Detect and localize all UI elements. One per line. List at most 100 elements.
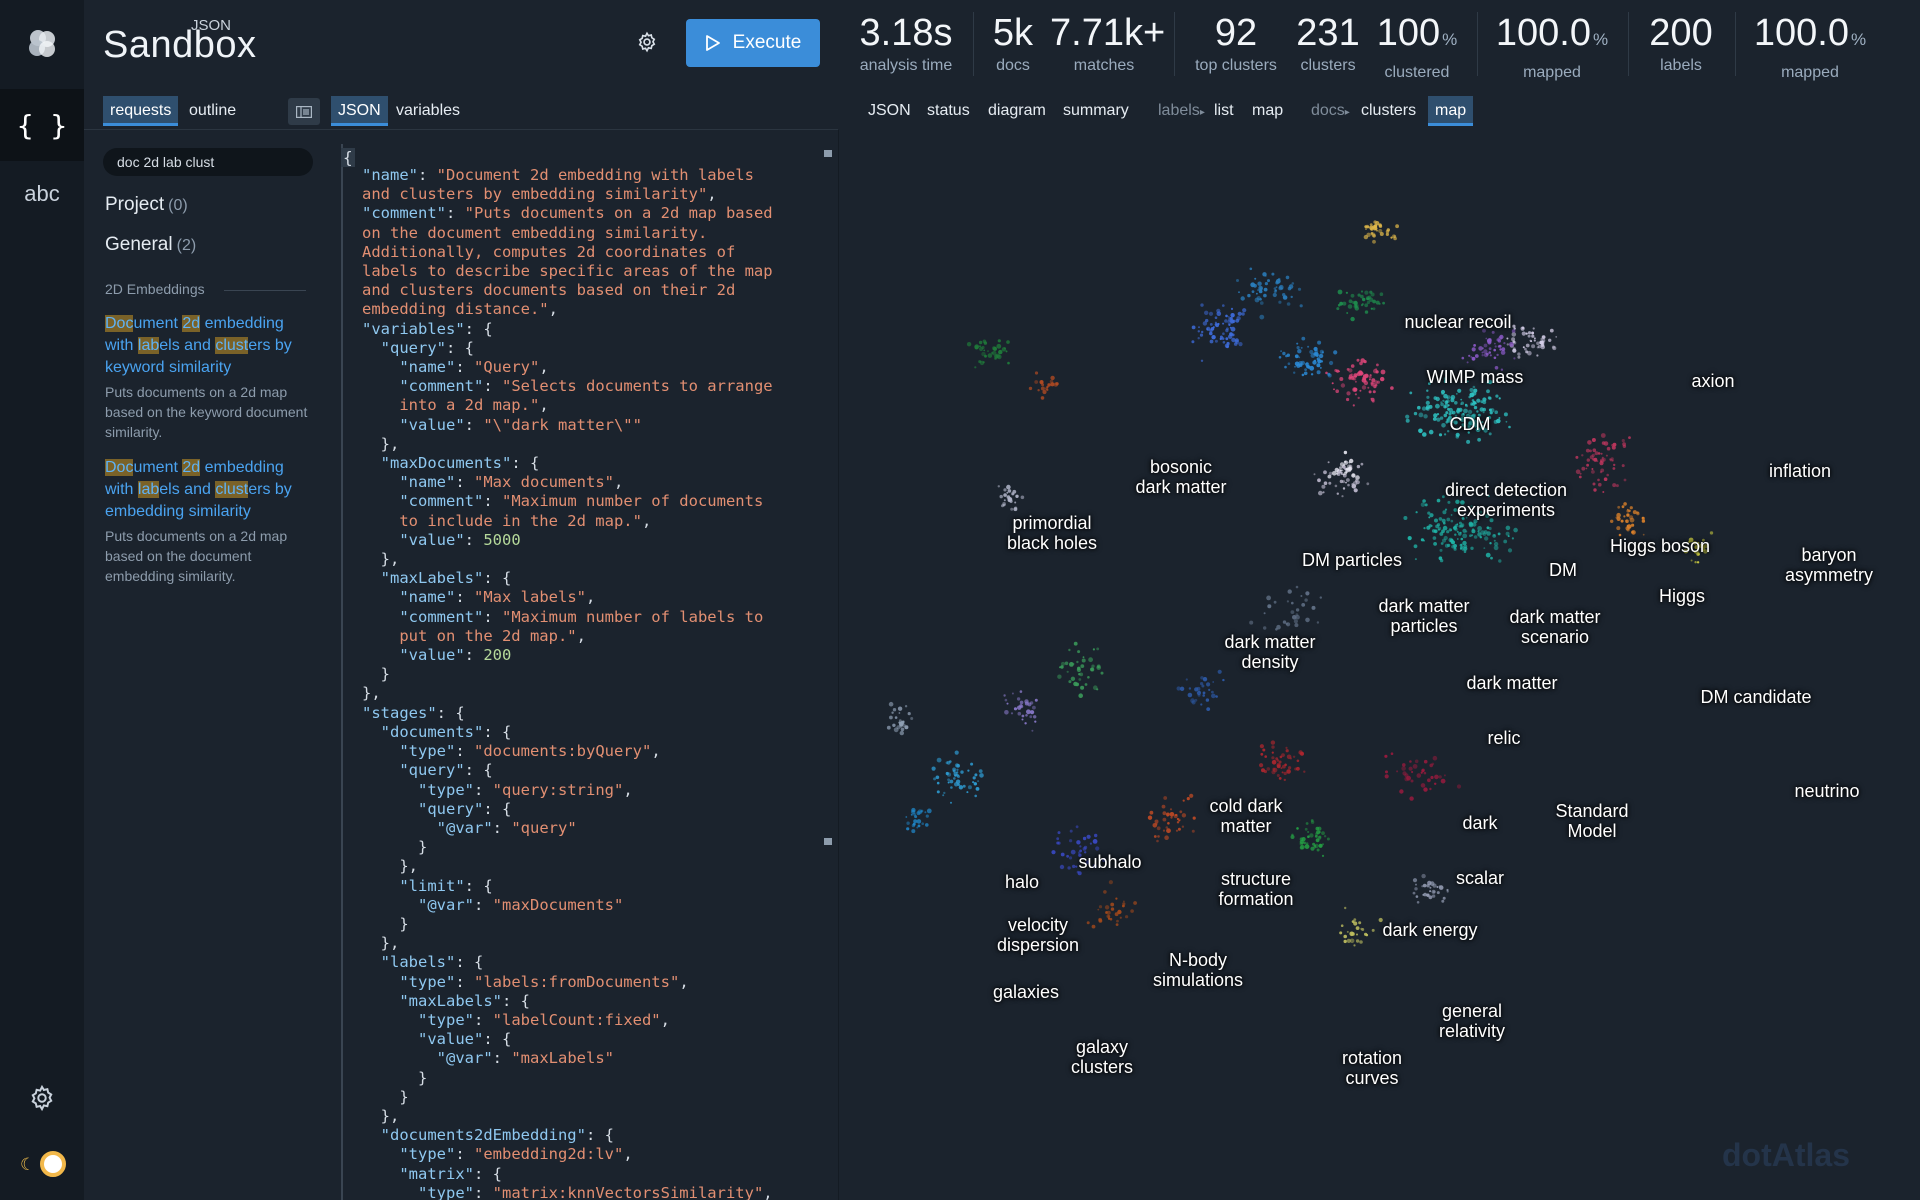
document-point — [1482, 397, 1487, 402]
map-label[interactable]: neutrino — [1794, 781, 1859, 801]
document-point — [1346, 478, 1350, 482]
document-point — [1351, 473, 1356, 478]
map-label[interactable]: relic — [1487, 728, 1520, 748]
map-label[interactable]: halo — [1005, 872, 1039, 892]
document-point — [1409, 760, 1412, 763]
document-map[interactable] — [840, 130, 1920, 1200]
map-label[interactable]: dark matter density — [1224, 632, 1315, 672]
document-point — [1097, 908, 1100, 911]
title-fragment: ument — [133, 315, 183, 332]
document-point — [1385, 229, 1390, 234]
map-label[interactable]: dark — [1462, 813, 1497, 833]
map-label[interactable]: DM particles — [1302, 550, 1402, 570]
scroll-marker[interactable] — [824, 150, 832, 157]
map-label[interactable]: dark energy — [1382, 920, 1477, 940]
map-label[interactable]: axion — [1691, 371, 1734, 391]
request-item-title[interactable]: Document 2d embedding with labels and cl… — [105, 457, 311, 523]
map-label[interactable]: structure formation — [1218, 869, 1293, 909]
map-label[interactable]: subhalo — [1078, 852, 1141, 872]
document-point — [1317, 478, 1321, 483]
map-label[interactable]: N-body simulations — [1153, 950, 1243, 990]
document-point — [1513, 527, 1518, 533]
map-label[interactable]: dark matter — [1466, 673, 1557, 693]
document-point — [911, 807, 916, 813]
document-point — [1405, 418, 1410, 423]
json-editor[interactable]: "name": "Document 2d embedding with labe… — [341, 144, 827, 1200]
tab-status[interactable]: status — [920, 96, 977, 126]
map-label[interactable]: DM candidate — [1700, 687, 1811, 707]
stat-docs: 5k docs — [985, 10, 1041, 76]
search-input[interactable] — [103, 148, 313, 176]
text-abc-icon[interactable]: abc — [0, 158, 84, 230]
document-point — [1271, 751, 1274, 754]
map-label[interactable]: velocity dispersion — [997, 915, 1079, 955]
layout-toggle-icon[interactable] — [288, 98, 320, 125]
document-point — [1466, 439, 1471, 444]
tab-diagram[interactable]: diagram — [981, 96, 1053, 126]
map-label[interactable]: direct detection experiments — [1445, 480, 1567, 520]
document-point — [1321, 854, 1325, 858]
map-label[interactable]: primordial black holes — [1007, 513, 1097, 553]
map-label[interactable]: bosonic dark matter — [1135, 457, 1226, 497]
document-point — [1616, 526, 1621, 531]
settings-gear-icon[interactable] — [0, 1062, 84, 1134]
document-point — [1486, 338, 1492, 344]
document-point — [1215, 695, 1218, 698]
request-settings-gear-icon[interactable] — [636, 31, 662, 57]
document-point — [1286, 302, 1291, 306]
map-label[interactable]: Standard Model — [1555, 801, 1628, 841]
tab-docs-clusters[interactable]: clusters — [1354, 96, 1423, 126]
tab-json-editor[interactable]: JSON — [331, 96, 388, 126]
map-label[interactable]: galaxies — [993, 982, 1059, 1002]
map-label[interactable]: dark matter particles — [1378, 596, 1469, 636]
document-point — [1503, 539, 1508, 544]
document-point — [1230, 313, 1235, 318]
json-braces-icon[interactable]: { } — [0, 89, 84, 161]
tab-result-json[interactable]: JSON — [861, 96, 918, 126]
tab-summary[interactable]: summary — [1056, 96, 1136, 126]
request-item-title[interactable]: Document 2d embedding with labels and cl… — [105, 313, 311, 379]
document-point — [1152, 823, 1158, 828]
document-point — [1365, 933, 1369, 937]
map-label[interactable]: dark matter scenario — [1509, 607, 1600, 647]
map-label[interactable]: Higgs boson — [1610, 536, 1710, 556]
panel-splitter[interactable] — [838, 130, 839, 1200]
group-project[interactable]: Project (0) — [105, 194, 188, 216]
document-point — [1327, 474, 1332, 479]
stat-mapped-docs: 100.0% mapped — [1490, 10, 1614, 83]
stat-value: 100.0 — [1495, 12, 1591, 54]
document-point — [1549, 328, 1554, 333]
tab-labels-map[interactable]: map — [1245, 96, 1290, 126]
document-point — [1187, 692, 1193, 698]
map-label[interactable]: nuclear recoil — [1404, 312, 1511, 332]
document-point — [1230, 307, 1234, 310]
tab-requests[interactable]: requests — [103, 96, 179, 126]
map-label[interactable]: scalar — [1456, 868, 1504, 888]
execute-button[interactable]: Execute — [686, 19, 820, 67]
group-general[interactable]: General (2) — [105, 234, 196, 256]
document-point — [1266, 595, 1271, 601]
tab-labels-list[interactable]: list — [1207, 96, 1241, 126]
stat-value: 7.71k+ — [1050, 12, 1166, 54]
json-code[interactable]: "name": "Document 2d embedding with labe… — [362, 166, 773, 1200]
theme-toggle[interactable]: ☾ — [0, 1128, 84, 1200]
map-label[interactable]: general relativity — [1439, 1001, 1505, 1041]
app-logo-icon[interactable] — [0, 8, 84, 80]
map-label[interactable]: baryon asymmetry — [1785, 545, 1873, 585]
document-point — [1241, 312, 1245, 316]
document-point — [1405, 414, 1410, 419]
scroll-marker[interactable] — [824, 838, 832, 845]
map-label[interactable]: galaxy clusters — [1071, 1037, 1133, 1077]
map-label[interactable]: WIMP mass — [1427, 367, 1524, 387]
tab-docs-map[interactable]: map — [1428, 96, 1474, 126]
tab-outline[interactable]: outline — [182, 96, 243, 126]
map-label[interactable]: CDM — [1450, 414, 1491, 434]
tab-variables[interactable]: variables — [389, 96, 467, 126]
map-label[interactable]: DM — [1549, 560, 1577, 580]
map-label[interactable]: cold dark matter — [1209, 796, 1282, 836]
map-label[interactable]: inflation — [1769, 461, 1831, 481]
map-label[interactable]: rotation curves — [1342, 1048, 1402, 1088]
document-point — [920, 809, 924, 813]
document-point — [1443, 413, 1448, 418]
map-label[interactable]: Higgs — [1659, 586, 1705, 606]
